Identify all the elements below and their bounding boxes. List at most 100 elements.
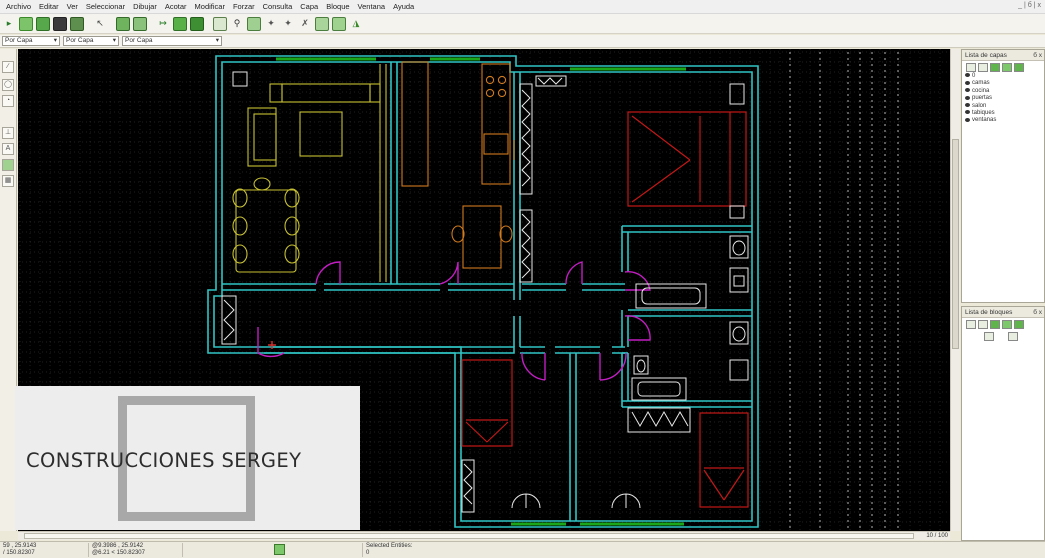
remove-layer-icon[interactable] — [1002, 62, 1012, 72]
chevron-down-icon: ▾ — [215, 37, 219, 44]
status-bar: 59 , 25.9143 / 150.82307 @9.3986 , 25.91… — [0, 541, 1045, 558]
color-select-value: Por Capa — [5, 37, 33, 44]
properties-bar: Por Capa ▾ Por Capa ▾ Por Capa ▾ — [0, 35, 1045, 48]
zoom-window-icon[interactable] — [247, 16, 261, 31]
text-tool-icon[interactable]: A — [2, 143, 14, 155]
regen-icon[interactable]: ◮ — [349, 17, 363, 31]
layers-toolbar — [962, 61, 1044, 73]
menu-seleccionar[interactable]: Seleccionar — [82, 2, 129, 11]
horizontal-scrollbar[interactable]: 10 / 100 — [18, 531, 950, 540]
show-all-blocks-icon[interactable] — [966, 319, 976, 329]
blocks-toolbar-2 — [962, 330, 1044, 342]
linetype-select[interactable]: Por Capa ▾ — [63, 36, 119, 46]
layer-item[interactable]: ventanas — [965, 117, 1044, 124]
eye-icon[interactable] — [965, 117, 970, 122]
create-block-icon[interactable] — [1008, 331, 1018, 341]
zoom-previous-icon[interactable]: ✗ — [298, 17, 312, 31]
open-file-icon[interactable] — [19, 16, 33, 31]
arc-tool-icon[interactable]: ◔ — [2, 95, 14, 107]
zoom-auto-icon[interactable] — [315, 16, 329, 31]
color-select[interactable]: Por Capa ▾ — [2, 36, 60, 46]
dimension-tool-icon[interactable]: ⊥ — [2, 127, 14, 139]
lineweight-select[interactable]: Por Capa ▾ — [122, 36, 222, 46]
eye-icon[interactable] — [965, 110, 970, 115]
absolute-coords-line1: 59 , 25.9143 — [3, 543, 37, 549]
layer-item[interactable]: camas — [965, 80, 1044, 87]
vertical-scroll-thumb[interactable] — [952, 139, 959, 349]
main-toolbar: ▸ ↖ ↦ ⚲ ✦ ✦ ✗ ◮ — [0, 14, 1045, 34]
chevron-down-icon: ▾ — [112, 37, 116, 44]
menubar: Archivo Editar Ver Seleccionar Dibujar A… — [0, 0, 1045, 14]
menu-dibujar[interactable]: Dibujar — [129, 2, 161, 11]
layer-list: 0 camas cocina puertas salon tabiques ve… — [962, 73, 1044, 125]
relative-coords-line2: @6.21 < 150.82307 — [92, 550, 145, 556]
zoom-in-icon[interactable]: ⚲ — [230, 17, 244, 31]
chevron-down-icon: ▾ — [53, 37, 57, 44]
window-controls[interactable]: _ | б | x — [1018, 2, 1041, 9]
zoom-extents-icon[interactable]: ✦ — [281, 17, 295, 31]
eye-icon[interactable] — [965, 73, 970, 78]
circle-tool-icon[interactable]: ◯ — [2, 79, 14, 91]
layer-item[interactable]: 0 — [965, 73, 1044, 80]
menu-archivo[interactable]: Archivo — [2, 2, 35, 11]
blocks-panel-title: Lista de bloques — [965, 309, 1013, 316]
blocks-panel-header: Lista de bloques б x — [962, 307, 1044, 318]
menu-editar[interactable]: Editar — [35, 2, 63, 11]
cut-icon[interactable] — [116, 16, 130, 31]
doors-layer — [257, 261, 651, 381]
add-layer-icon[interactable] — [990, 62, 1000, 72]
vertical-scrollbar[interactable] — [950, 49, 960, 531]
block-tool-icon[interactable]: ▦ — [2, 175, 14, 187]
menu-acotar[interactable]: Acotar — [161, 2, 191, 11]
insert-block-icon[interactable] — [984, 331, 994, 341]
hide-all-blocks-icon[interactable] — [978, 319, 988, 329]
print-preview-icon[interactable] — [70, 16, 84, 31]
eye-icon[interactable] — [965, 88, 970, 93]
edit-layer-icon[interactable] — [1014, 62, 1024, 72]
page-counter: 10 / 100 — [926, 533, 948, 539]
menu-forzar[interactable]: Forzar — [229, 2, 259, 11]
redo-icon[interactable] — [173, 16, 187, 31]
blocks-panel-controls[interactable]: б x — [1033, 307, 1042, 318]
absolute-coords-line2: / 150.82307 — [3, 550, 35, 556]
copy-icon[interactable] — [133, 16, 147, 31]
line-tool-icon[interactable]: ∕ — [2, 61, 14, 73]
redraw-icon[interactable] — [332, 16, 346, 31]
layer-item[interactable]: cocina — [965, 88, 1044, 95]
menu-bloque[interactable]: Bloque — [322, 2, 353, 11]
eye-icon[interactable] — [965, 103, 970, 108]
paste-icon[interactable] — [190, 16, 204, 31]
pan-icon[interactable]: ✦ — [264, 17, 278, 31]
modify-tool-icon[interactable] — [2, 159, 14, 171]
menu-modificar[interactable]: Modificar — [191, 2, 229, 11]
new-file-icon[interactable]: ▸ — [2, 17, 16, 31]
grid-icon[interactable] — [213, 16, 227, 31]
layer-item[interactable]: puertas — [965, 95, 1044, 102]
menu-ayuda[interactable]: Ayuda — [389, 2, 418, 11]
snap-toggle-icon[interactable] — [274, 544, 285, 555]
hide-all-layers-icon[interactable] — [978, 62, 988, 72]
save-file-icon[interactable] — [36, 16, 50, 31]
layer-item[interactable]: salon — [965, 103, 1044, 110]
layer-item[interactable]: tabiques — [965, 110, 1044, 117]
cocina-furniture — [401, 61, 515, 269]
remove-block-icon[interactable] — [1002, 319, 1012, 329]
horizontal-scroll-thumb[interactable] — [24, 533, 914, 539]
layers-panel: Lista de capas б x 0 camas cocina puerta… — [961, 49, 1045, 303]
selection-label: Selected Entities: — [366, 543, 413, 549]
menu-capa[interactable]: Capa — [296, 2, 322, 11]
eye-icon[interactable] — [965, 95, 970, 100]
eye-icon[interactable] — [965, 80, 970, 85]
show-all-layers-icon[interactable] — [966, 62, 976, 72]
salon-furniture — [232, 64, 387, 282]
watermark-text: CONSTRUCCIONES SERGEY — [26, 449, 302, 472]
print-icon[interactable] — [53, 16, 67, 31]
add-block-icon[interactable] — [990, 319, 1000, 329]
edit-block-icon[interactable] — [1014, 319, 1024, 329]
menu-ver[interactable]: Ver — [63, 2, 82, 11]
pointer-icon[interactable]: ↖ — [93, 17, 107, 31]
layers-panel-controls[interactable]: б x — [1033, 50, 1042, 61]
undo-icon[interactable]: ↦ — [156, 17, 170, 31]
menu-ventana[interactable]: Ventana — [354, 2, 390, 11]
menu-consulta[interactable]: Consulta — [259, 2, 297, 11]
